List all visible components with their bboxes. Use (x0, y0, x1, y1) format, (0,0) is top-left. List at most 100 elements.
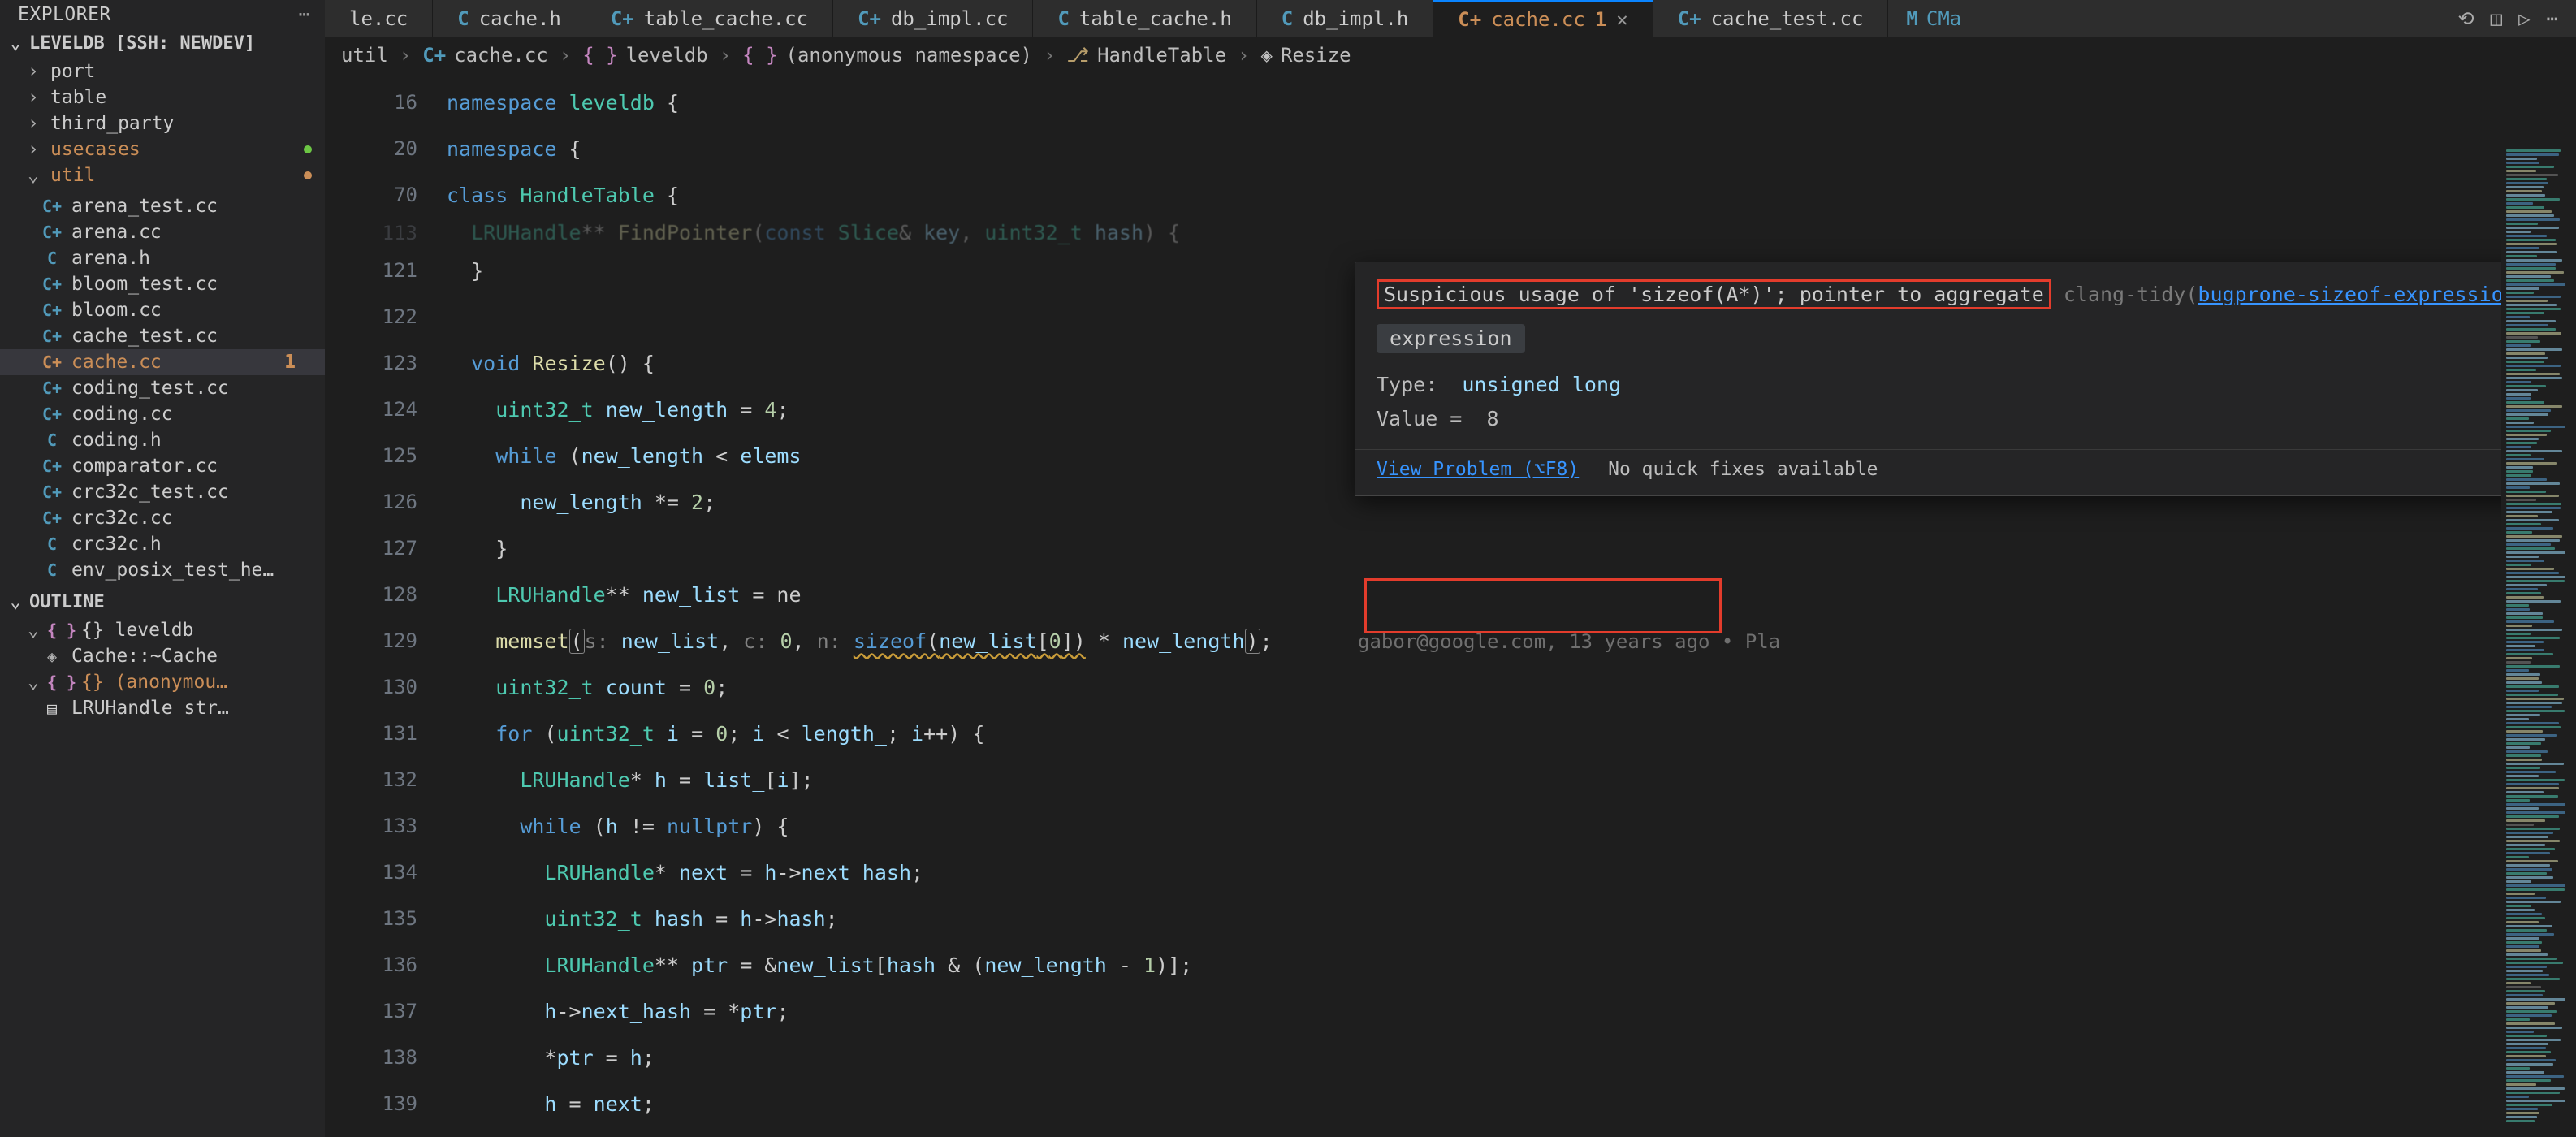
tab-table_cache.h[interactable]: Ctable_cache.h (1033, 0, 1256, 37)
tab-table_cache.cc[interactable]: C+table_cache.cc (586, 0, 833, 37)
code-line[interactable]: uint32_t hash = h->hash; (447, 896, 2576, 942)
line-number: 123 (325, 340, 417, 387)
diagnostic-tool: clang-tidy( (2064, 283, 2198, 306)
code-line[interactable]: uint32_t count = 0; (447, 664, 2576, 711)
close-icon[interactable]: ✕ (1616, 8, 1627, 31)
gutter: 1620701131211221231241251261271281291301… (325, 73, 439, 1137)
folder-port[interactable]: ›port (0, 58, 325, 84)
split-icon[interactable]: ◫ (2491, 7, 2502, 30)
type-label: Type: (1377, 373, 1437, 396)
line-number: 135 (325, 896, 417, 942)
file-bloom.cc[interactable]: C+bloom.cc (0, 297, 325, 323)
chevron-icon: › (28, 112, 42, 135)
minimap[interactable] (2501, 148, 2576, 1137)
line-number: 20 (325, 126, 417, 172)
namespace-icon: { } (742, 44, 777, 67)
line-number: 70 (325, 172, 417, 218)
explorer-title: EXPLORER (18, 3, 299, 26)
problem-count-badge: 1 (1595, 8, 1606, 31)
tab-db_impl.cc[interactable]: C+db_impl.cc (833, 0, 1033, 37)
file-crc32c_test.cc[interactable]: C+crc32c_test.cc (0, 479, 325, 505)
tab-le.cc[interactable]: le.cc (325, 0, 433, 37)
tab-label: le.cc (349, 7, 408, 30)
file-coding.h[interactable]: Ccoding.h (0, 427, 325, 453)
file-arena.cc[interactable]: C+arena.cc (0, 219, 325, 245)
line-number: 136 (325, 942, 417, 988)
outline-item[interactable]: ◈Cache::~Cache (0, 643, 325, 669)
file-comparator.cc[interactable]: C+comparator.cc (0, 453, 325, 479)
file-icon: C+ (41, 325, 63, 348)
folder-util[interactable]: ⌄util (0, 162, 325, 188)
popup-actions: View Problem (⌥F8) No quick fixes availa… (1377, 458, 2576, 481)
code-line[interactable]: for (uint32_t i = 0; i < length_; i++) { (447, 711, 2576, 757)
file-crc32c.h[interactable]: Ccrc32c.h (0, 531, 325, 557)
breadcrumb-label: (anonymous namespace) (786, 44, 1032, 67)
line-number: 132 (325, 757, 417, 803)
more-icon[interactable]: ⋯ (2547, 7, 2558, 30)
breadcrumb-item[interactable]: util (341, 44, 388, 67)
chevron-icon: ⌄ (28, 164, 42, 187)
file-label: crc32c.h (71, 533, 317, 556)
workspace-section-header[interactable]: ⌄ LEVELDB [SSH: NEWDEV] (0, 29, 325, 58)
run-icon[interactable]: ▷ (2518, 7, 2530, 30)
file-icon: C+ (41, 299, 63, 322)
code-line[interactable]: LRUHandle* h = list_[i]; (447, 757, 2576, 803)
code-line[interactable]: LRUHandle* next = h->next_hash; (447, 850, 2576, 896)
breadcrumb-item[interactable]: ⎇HandleTable (1066, 44, 1226, 67)
tab-db_impl.h[interactable]: Cdb_impl.h (1257, 0, 1434, 37)
file-crc32c.cc[interactable]: C+crc32c.cc (0, 505, 325, 531)
file-arena_test.cc[interactable]: C+arena_test.cc (0, 193, 325, 219)
file-icon: C (41, 429, 63, 452)
tab-cache_test.cc[interactable]: C+cache_test.cc (1653, 0, 1889, 37)
code-line[interactable]: LRUHandle** new_list = ne (447, 572, 2576, 618)
folder-usecases[interactable]: ›usecases (0, 136, 325, 162)
tab-cache.cc[interactable]: C+cache.cc1✕ (1433, 0, 1653, 37)
file-label: coding_test.cc (71, 377, 317, 400)
breadcrumb-item[interactable]: { } (anonymous namespace) (742, 44, 1032, 67)
file-coding.cc[interactable]: C+coding.cc (0, 401, 325, 427)
outline-header[interactable]: ⌄ OUTLINE (0, 588, 325, 617)
breadcrumb-item[interactable]: ◈Resize (1260, 44, 1351, 67)
code-line[interactable]: h = next; (447, 1081, 2576, 1127)
file-coding_test.cc[interactable]: C+coding_test.cc (0, 375, 325, 401)
code-line[interactable]: LRUHandle** ptr = &new_list[hash & (new_… (447, 942, 2576, 988)
line-number: 130 (325, 664, 417, 711)
code-line[interactable]: while (h != nullptr) { (447, 803, 2576, 850)
file-cache.cc[interactable]: C+cache.cc1 (0, 349, 325, 375)
code-content[interactable]: namespace leveldb {namespace {class Hand… (439, 73, 2576, 1137)
folder-table[interactable]: ›table (0, 84, 325, 110)
code-line[interactable]: memset(s: new_list, c: 0, n: sizeof(new_… (447, 618, 2576, 664)
diagnostic-link[interactable]: bugprone-sizeof-expression (2198, 283, 2515, 306)
outline-item[interactable]: ⌄{ }{} (anonymou… (0, 669, 325, 695)
file-icon: C+ (422, 44, 446, 67)
outline-item[interactable]: ⌄{ }{} leveldb (0, 617, 325, 643)
tab-label: cache.cc (1491, 8, 1585, 31)
code-line[interactable]: h->next_hash = *ptr; (447, 988, 2576, 1035)
folder-third_party[interactable]: ›third_party (0, 110, 325, 136)
view-problem-link[interactable]: View Problem (⌥F8) (1377, 459, 1579, 480)
tab-cache.h[interactable]: Ccache.h (433, 0, 586, 37)
file-icon: C (41, 247, 63, 270)
file-cache_test.cc[interactable]: C+cache_test.cc (0, 323, 325, 349)
explorer-more-icon[interactable]: ⋯ (299, 3, 310, 26)
namespace-icon: { } (50, 671, 73, 694)
breadcrumb-item[interactable]: { }leveldb (582, 44, 708, 67)
file-arena.h[interactable]: Carena.h (0, 245, 325, 271)
code-line[interactable]: *ptr = h; (447, 1035, 2576, 1081)
compare-icon[interactable]: ⟲ (2458, 7, 2474, 30)
line-number: 139 (325, 1081, 417, 1127)
sticky-code-line: class HandleTable { (447, 172, 2576, 218)
breadcrumbs[interactable]: util›C+cache.cc›{ }leveldb›{ }(anonymous… (325, 37, 2576, 73)
chevron-down-icon: ⌄ (8, 591, 23, 614)
namespace-icon: { } (50, 619, 73, 642)
file-bloom_test.cc[interactable]: C+bloom_test.cc (0, 271, 325, 297)
tab-label: table_cache.h (1079, 7, 1232, 30)
code-line[interactable]: } (447, 525, 2576, 572)
file-icon: C+ (41, 195, 63, 218)
breadcrumb-item[interactable]: C+cache.cc (422, 44, 548, 67)
outline-item[interactable]: ▤LRUHandle str… (0, 695, 325, 721)
file-env_posix_test_he…[interactable]: Cenv_posix_test_he… (0, 557, 325, 583)
sticky-code-line: namespace leveldb { (447, 80, 2576, 126)
code-editor[interactable]: 1620701131211221231241251261271281291301… (325, 73, 2576, 1137)
tab-cmake[interactable]: MCMa (1888, 7, 1979, 30)
